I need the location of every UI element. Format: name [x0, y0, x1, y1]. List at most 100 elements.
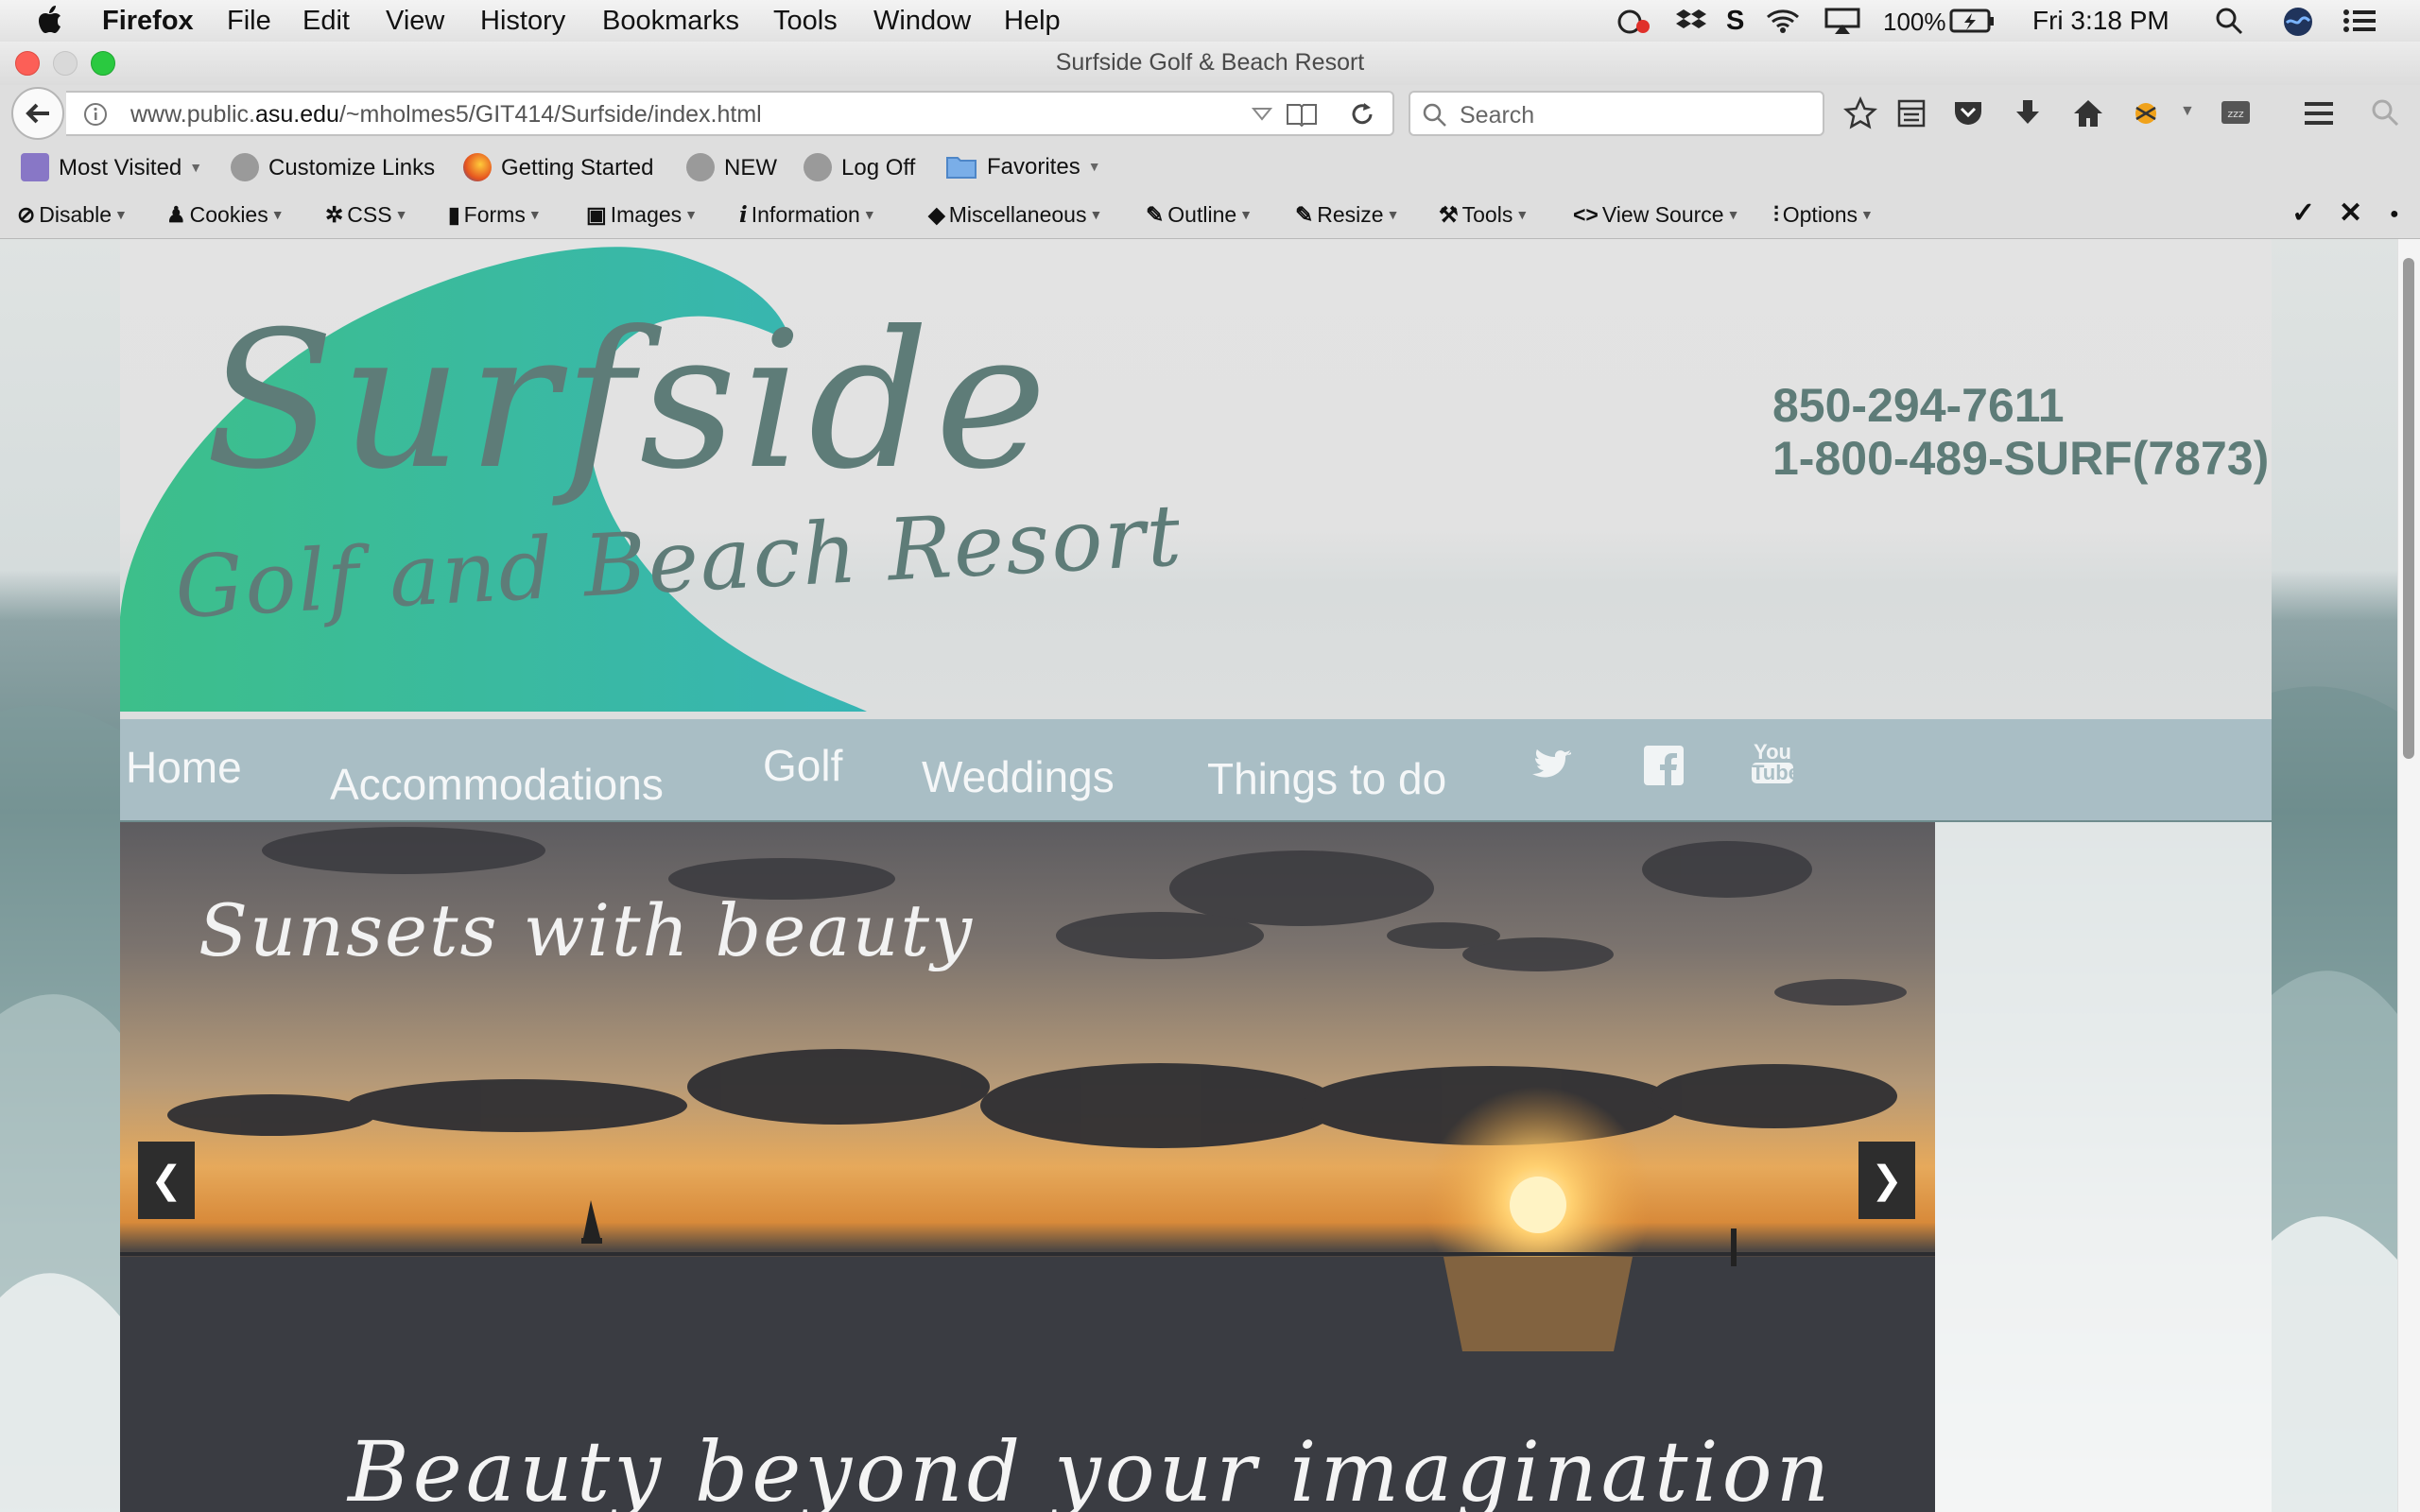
- url-dropdown-icon[interactable]: [1251, 106, 1273, 126]
- checkmark-icon[interactable]: ✓: [2291, 197, 2315, 230]
- extension-icon[interactable]: [2131, 98, 2161, 133]
- dropbox-icon[interactable]: [1675, 8, 1707, 43]
- web-developer-toolbar: ⊘ Disable ▼ ♟ Cookies ▼ ✲ CSS ▼ ▮ Forms ▼ ▣ Image…: [0, 191, 2420, 239]
- menu-tools[interactable]: Tools: [773, 6, 838, 37]
- spotlight-icon[interactable]: [2214, 6, 2244, 43]
- wifi-icon[interactable]: [1764, 6, 1802, 42]
- chevron-down-icon: ▼: [684, 207, 699, 222]
- back-button[interactable]: [11, 87, 64, 140]
- menu-help[interactable]: Help: [1004, 6, 1061, 37]
- scrollbar-thumb[interactable]: [2403, 258, 2414, 759]
- dev-forms[interactable]: ▮ Forms ▼: [448, 202, 542, 228]
- menu-history[interactable]: History: [480, 6, 565, 37]
- nav-accommodations[interactable]: Accommodations: [330, 759, 664, 810]
- search-input[interactable]: Search: [1409, 91, 1824, 136]
- notification-center-icon[interactable]: [2342, 8, 2377, 42]
- site-header: Surfside Golf and Beach Resort 850-294-7…: [120, 239, 2272, 719]
- dev-resize[interactable]: ✎ Resize ▼: [1295, 202, 1399, 228]
- extension-dropdown-icon[interactable]: ▼: [2180, 104, 2195, 119]
- folder-icon: [946, 157, 977, 179]
- dev-label: Images: [610, 202, 683, 227]
- bookmarks-library-icon[interactable]: [1896, 98, 1927, 133]
- reader-view-icon[interactable]: [1286, 102, 1318, 131]
- hero-caption-top: Sunsets with beauty: [199, 888, 975, 972]
- info-icon: i: [739, 202, 748, 228]
- airplay-icon[interactable]: [1824, 8, 1860, 42]
- globe-icon: [231, 153, 259, 181]
- nav-home[interactable]: Home: [126, 742, 242, 793]
- downloads-icon[interactable]: [2014, 98, 2042, 133]
- dev-miscellaneous[interactable]: ◆ Miscellaneous ▼: [928, 202, 1102, 228]
- dev-images[interactable]: ▣ Images ▼: [586, 202, 698, 228]
- bookmark-new[interactable]: NEW: [686, 153, 777, 181]
- close-toolbar-icon[interactable]: ✕: [2339, 197, 2362, 230]
- phone-tollfree[interactable]: 1-800-489-SURF(7873): [1772, 432, 2269, 485]
- youtube-icon[interactable]: You Tube: [1752, 742, 1800, 783]
- carousel-prev-button[interactable]: ❮: [138, 1142, 195, 1219]
- chevron-down-icon: ▼: [270, 207, 285, 222]
- pencil-icon: ✎: [1146, 202, 1165, 227]
- dev-css[interactable]: ✲ CSS ▼: [325, 202, 407, 228]
- pocket-icon[interactable]: [1953, 98, 1983, 131]
- url-domain: asu.edu: [255, 101, 339, 128]
- logo-title-text: Surfside: [205, 291, 1052, 511]
- app-menu-firefox[interactable]: Firefox: [102, 6, 194, 37]
- bookmark-label: NEW: [724, 155, 777, 180]
- find-icon[interactable]: [2371, 98, 2399, 131]
- url-text[interactable]: www.public.asu.edu/~mholmes5/GIT414/Surf…: [130, 101, 762, 129]
- phone-local[interactable]: 850-294-7611: [1772, 379, 2269, 432]
- page-viewport: Surfside Golf and Beach Resort 850-294-7…: [0, 239, 2420, 1512]
- siri-icon[interactable]: [2282, 6, 2314, 45]
- carousel-next-button[interactable]: ❯: [1858, 1142, 1915, 1219]
- dev-information[interactable]: i Information ▼: [739, 202, 876, 228]
- site-info-icon[interactable]: [83, 102, 108, 131]
- home-icon[interactable]: [2072, 98, 2104, 133]
- facebook-icon[interactable]: [1644, 746, 1684, 790]
- url-prefix: www.public.: [130, 101, 255, 128]
- creative-cloud-icon[interactable]: [1615, 8, 1652, 42]
- nav-golf[interactable]: Golf: [763, 740, 842, 791]
- dev-options[interactable]: ⫶ Options ▼: [1773, 202, 1874, 228]
- dev-view-source[interactable]: <> View Source ▼: [1573, 202, 1739, 228]
- hamburger-menu-icon[interactable]: [2303, 100, 2335, 131]
- twitter-icon[interactable]: [1532, 749, 1572, 788]
- user-icon: ♟: [166, 202, 186, 227]
- bookmark-folder-favorites[interactable]: Favorites ▼: [945, 153, 1101, 180]
- dev-label: Outline: [1167, 202, 1237, 227]
- page-scrollbar[interactable]: [2397, 239, 2420, 1512]
- menu-edit[interactable]: Edit: [302, 6, 350, 37]
- bookmark-log-off[interactable]: Log Off: [804, 153, 915, 181]
- hero-caption-bottom: Beauty beyond your imagination: [348, 1423, 1834, 1512]
- battery-icon[interactable]: [1949, 8, 1996, 42]
- menu-file[interactable]: File: [227, 6, 271, 37]
- globe-icon: [804, 153, 832, 181]
- menu-view[interactable]: View: [386, 6, 444, 37]
- url-path: /~mholmes5/GIT414/Surfside/index.html: [338, 101, 762, 128]
- navigation-toolbar: www.public.asu.edu/~mholmes5/GIT414/Surf…: [0, 85, 2420, 142]
- bookmark-getting-started[interactable]: Getting Started: [463, 153, 653, 181]
- reload-icon[interactable]: [1348, 100, 1376, 133]
- nav-weddings[interactable]: Weddings: [922, 751, 1115, 802]
- chevron-down-icon: ▼: [1515, 207, 1530, 222]
- dev-cookies[interactable]: ♟ Cookies ▼: [166, 202, 285, 228]
- menubar-clock[interactable]: Fri 3:18 PM: [2032, 6, 2169, 36]
- bookmark-customize-links[interactable]: Customize Links: [231, 153, 435, 181]
- resize-pencil-icon: ✎: [1295, 202, 1314, 227]
- menu-bookmarks[interactable]: Bookmarks: [602, 6, 739, 37]
- dev-outline[interactable]: ✎ Outline ▼: [1146, 202, 1253, 228]
- apple-menu-icon[interactable]: [38, 6, 62, 42]
- chevron-down-icon: ▼: [1860, 207, 1874, 222]
- menu-window[interactable]: Window: [873, 6, 971, 37]
- toolbar-dot-icon[interactable]: ●: [2390, 206, 2399, 223]
- chevron-down-icon: ▼: [189, 160, 203, 175]
- bookmark-star-icon[interactable]: [1842, 95, 1878, 135]
- dev-disable[interactable]: ⊘ Disable ▼: [17, 202, 128, 228]
- url-bar[interactable]: www.public.asu.edu/~mholmes5/GIT414/Surf…: [66, 91, 1394, 136]
- skype-icon[interactable]: S: [1726, 6, 1744, 37]
- nav-things-to-do[interactable]: Things to do: [1207, 753, 1446, 804]
- sleep-tabs-icon[interactable]: zzz: [2220, 98, 2252, 131]
- chevron-down-icon: ▼: [862, 207, 876, 222]
- dev-tools[interactable]: ⚒ Tools ▼: [1439, 202, 1529, 228]
- surfside-logo[interactable]: Surfside Golf and Beach Resort: [120, 239, 1179, 719]
- bookmark-most-visited[interactable]: Most Visited ▼: [21, 153, 202, 181]
